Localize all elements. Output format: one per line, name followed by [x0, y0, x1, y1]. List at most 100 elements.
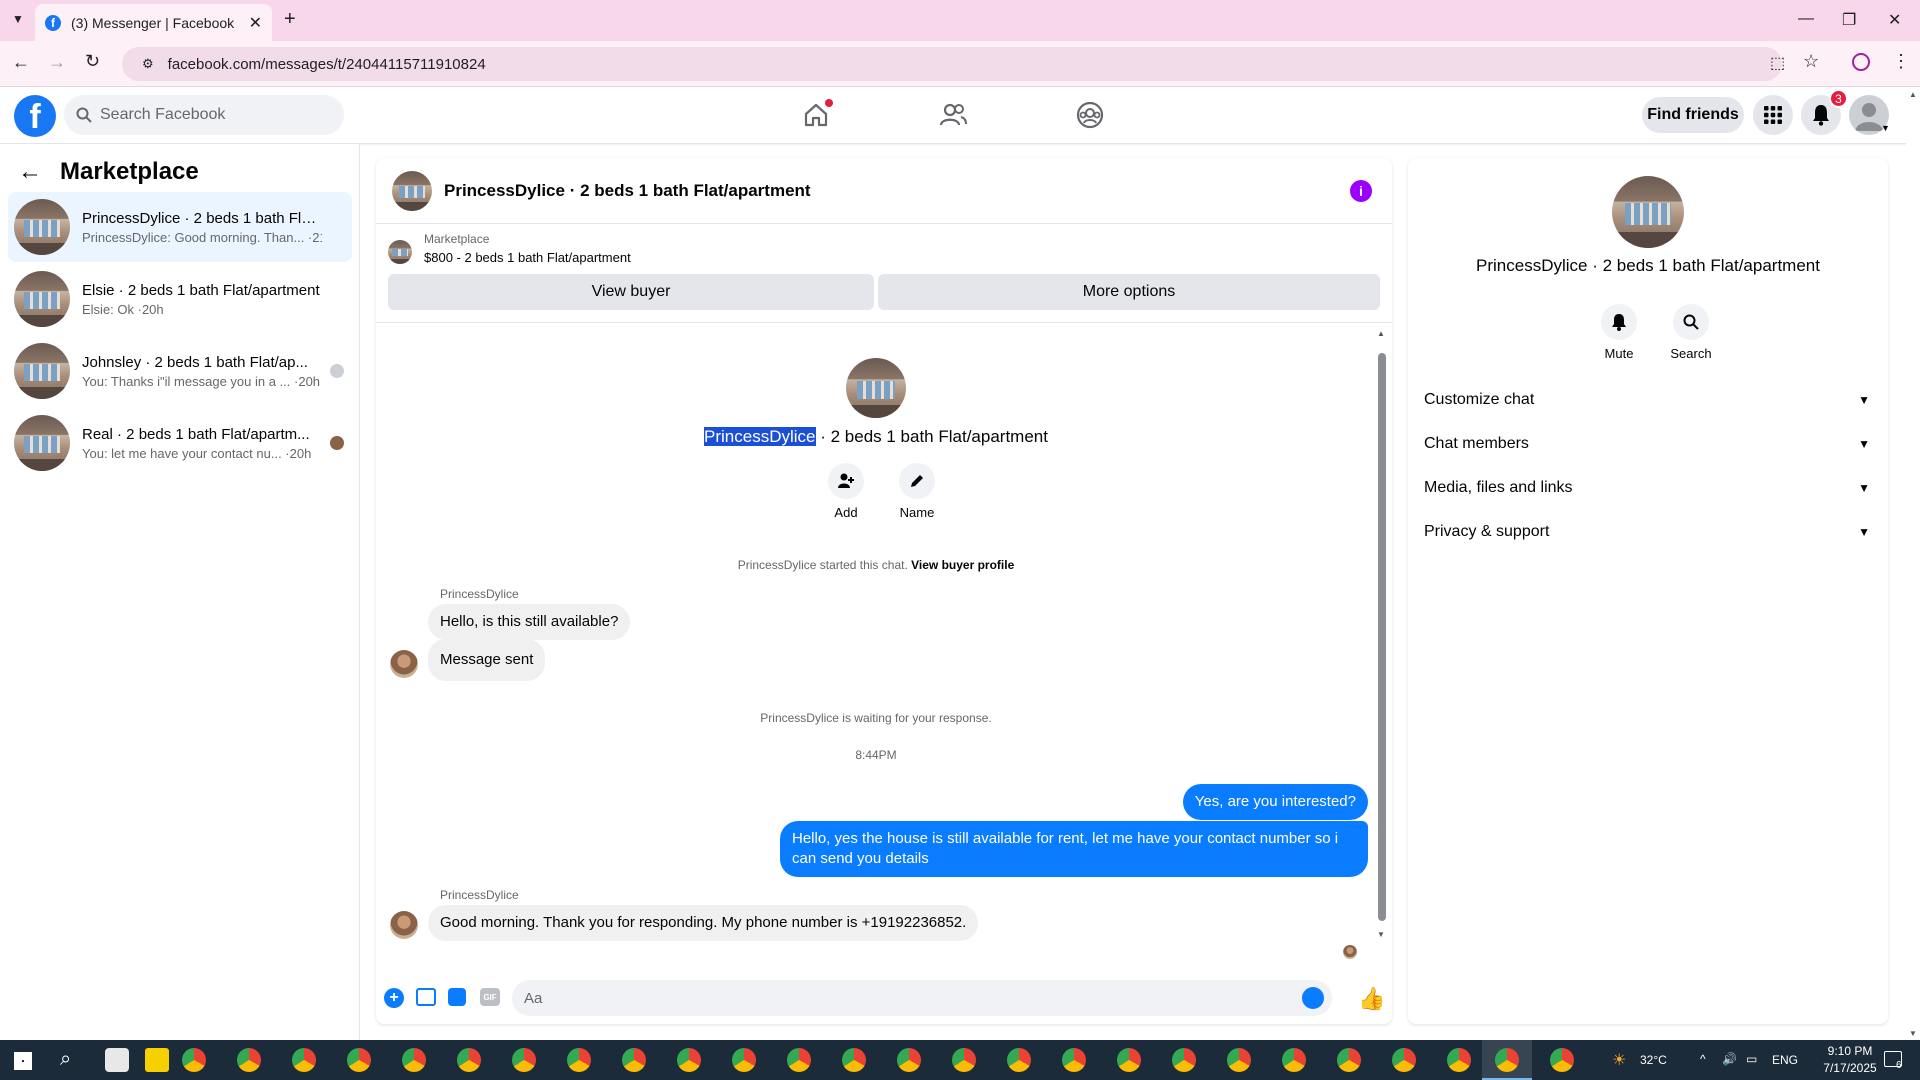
chrome-icon[interactable]: [402, 1048, 426, 1072]
chrome-icon[interactable]: [1062, 1048, 1086, 1072]
chrome-icon[interactable]: [237, 1048, 261, 1072]
chrome-icon[interactable]: [512, 1048, 536, 1072]
minimize-icon[interactable]: —: [1798, 10, 1814, 28]
add-member-button[interactable]: Add: [821, 463, 871, 520]
browser-menu-icon[interactable]: ⋮: [1892, 51, 1910, 72]
chrome-icon[interactable]: [1227, 1048, 1251, 1072]
sticker-icon[interactable]: [448, 988, 466, 1006]
chrome-icon[interactable]: [732, 1048, 756, 1072]
view-buyer-profile-link[interactable]: View buyer profile: [911, 558, 1014, 572]
taskbar-search-icon[interactable]: ⌕: [60, 1048, 71, 1071]
chrome-icon[interactable]: [567, 1048, 591, 1072]
groups-icon[interactable]: [1072, 97, 1108, 133]
conversation-item[interactable]: Real · 2 beds 1 bath Flat/apartm... You: …: [8, 408, 352, 478]
scroll-down-arrow[interactable]: ▼: [1377, 930, 1385, 939]
weather-icon[interactable]: ☀: [1612, 1050, 1626, 1070]
friends-icon[interactable]: [935, 97, 971, 133]
emoji-icon[interactable]: [1302, 987, 1324, 1009]
conversation-item[interactable]: Elsie · 2 beds 1 bath Flat/apartment Elsi…: [8, 264, 352, 334]
chrome-icon[interactable]: [842, 1048, 866, 1072]
intro-avatar[interactable]: [846, 358, 906, 418]
incoming-message[interactable]: Hello, is this still available?: [428, 604, 631, 640]
volume-icon[interactable]: 🔊: [1722, 1052, 1737, 1066]
view-buyer-button[interactable]: View buyer: [388, 274, 874, 310]
conversation-item[interactable]: PrincessDylice · 2 beds 1 bath Flat/... P…: [8, 192, 352, 262]
chrome-icon[interactable]: [787, 1048, 811, 1072]
system-tray-chevron-icon[interactable]: ^: [1700, 1052, 1706, 1066]
address-bar[interactable]: ⚙ facebook.com/messages/t/24044115711910…: [122, 47, 1782, 81]
chrome-icon[interactable]: [457, 1048, 481, 1072]
details-avatar[interactable]: [1612, 176, 1684, 248]
chrome-icon[interactable]: [1282, 1048, 1306, 1072]
close-window-icon[interactable]: ✕: [1888, 10, 1901, 30]
name-chat-button[interactable]: Name: [892, 463, 942, 520]
new-tab-icon[interactable]: +: [284, 8, 296, 31]
page-scroll-down-arrow[interactable]: ▼: [1909, 1029, 1917, 1038]
find-friends-button[interactable]: Find friends: [1642, 97, 1744, 133]
search-in-chat-button[interactable]: Search: [1666, 304, 1716, 361]
language-indicator[interactable]: ENG: [1772, 1053, 1798, 1067]
page-scroll-up-arrow[interactable]: ▲: [1909, 90, 1917, 99]
tab-list-dropdown-icon[interactable]: ▼: [12, 12, 24, 26]
chat-members-section[interactable]: Chat members ▼: [1424, 426, 1874, 462]
clock-date[interactable]: 7/17/2025: [1820, 1061, 1880, 1075]
outgoing-message[interactable]: Yes, are you interested?: [1182, 784, 1368, 820]
sticky-notes-icon[interactable]: [145, 1048, 169, 1072]
chat-header-name[interactable]: PrincessDylice · 2 beds 1 bath Flat/apar…: [444, 181, 811, 201]
scrollbar-thumb[interactable]: [1378, 353, 1386, 921]
clock-time[interactable]: 9:10 PM: [1820, 1044, 1880, 1058]
windows-start-icon[interactable]: [14, 1052, 32, 1070]
scroll-up-arrow[interactable]: ▲: [1377, 329, 1385, 338]
media-files-links-section[interactable]: Media, files and links ▼: [1424, 470, 1874, 506]
home-icon[interactable]: [798, 97, 834, 133]
tab-close-icon[interactable]: ✕: [249, 13, 262, 33]
chrome-icon[interactable]: [292, 1048, 316, 1072]
conversation-info-icon[interactable]: i: [1350, 180, 1372, 202]
chrome-icon[interactable]: [347, 1048, 371, 1072]
outgoing-message[interactable]: Hello, yes the house is still available …: [780, 821, 1368, 877]
scrollbar-track[interactable]: ▲ ▼: [1377, 329, 1386, 939]
chrome-icon[interactable]: [1117, 1048, 1141, 1072]
taskbar-app-icon[interactable]: [105, 1048, 129, 1072]
attach-photo-icon[interactable]: [416, 988, 436, 1006]
customize-chat-section[interactable]: Customize chat ▼: [1424, 382, 1874, 418]
browser-tab[interactable]: f (3) Messenger | Facebook ✕: [35, 4, 272, 41]
chrome-icon[interactable]: [1392, 1048, 1416, 1072]
message-thread[interactable]: ▲ ▼ PrincessDylice · 2 beds 1 bath Flat/…: [376, 322, 1392, 959]
chrome-icon[interactable]: [952, 1048, 976, 1072]
chrome-icon[interactable]: [897, 1048, 921, 1072]
incoming-message[interactable]: Message sent: [428, 639, 546, 681]
chrome-icon[interactable]: [1007, 1048, 1031, 1072]
search-facebook-input[interactable]: Search Facebook: [64, 95, 344, 135]
weather-temp[interactable]: 32°C: [1640, 1053, 1667, 1067]
network-icon[interactable]: ▭: [1746, 1052, 1757, 1066]
gif-icon[interactable]: GIF: [480, 988, 500, 1006]
bookmark-star-icon[interactable]: ☆: [1803, 51, 1819, 72]
install-app-icon[interactable]: ⬚: [1770, 53, 1785, 73]
chrome-icon[interactable]: [677, 1048, 701, 1072]
chrome-icon[interactable]: [1337, 1048, 1361, 1072]
incoming-message[interactable]: Good morning. Thank you for responding. …: [428, 905, 979, 941]
page-scrollbar[interactable]: ▲ ▼: [1906, 88, 1920, 1040]
chat-header-avatar[interactable]: [392, 170, 432, 211]
sender-avatar[interactable]: [390, 650, 418, 678]
back-icon[interactable]: ←: [12, 52, 30, 73]
chrome-icon[interactable]: [1550, 1048, 1574, 1072]
privacy-support-section[interactable]: Privacy & support ▼: [1424, 514, 1874, 550]
conversation-item[interactable]: Johnsley · 2 beds 1 bath Flat/ap... You: …: [8, 336, 352, 406]
chrome-icon[interactable]: [1495, 1048, 1519, 1072]
chrome-icon[interactable]: [1172, 1048, 1196, 1072]
menu-grid-icon[interactable]: [1753, 95, 1793, 135]
more-actions-plus-icon[interactable]: +: [384, 988, 404, 1008]
account-chevron-icon[interactable]: ▼: [1881, 123, 1890, 133]
forward-icon[interactable]: →: [48, 52, 66, 73]
facebook-logo-icon[interactable]: f: [14, 95, 56, 137]
site-info-icon[interactable]: ⚙: [142, 56, 154, 72]
mute-button[interactable]: Mute: [1594, 304, 1644, 361]
chrome-icon[interactable]: [182, 1048, 206, 1072]
more-options-button[interactable]: More options: [878, 274, 1380, 310]
profile-icon[interactable]: [1852, 53, 1870, 71]
back-arrow-icon[interactable]: ←: [18, 158, 42, 186]
message-input[interactable]: Aa: [512, 980, 1332, 1016]
restore-icon[interactable]: ❐: [1842, 10, 1856, 30]
